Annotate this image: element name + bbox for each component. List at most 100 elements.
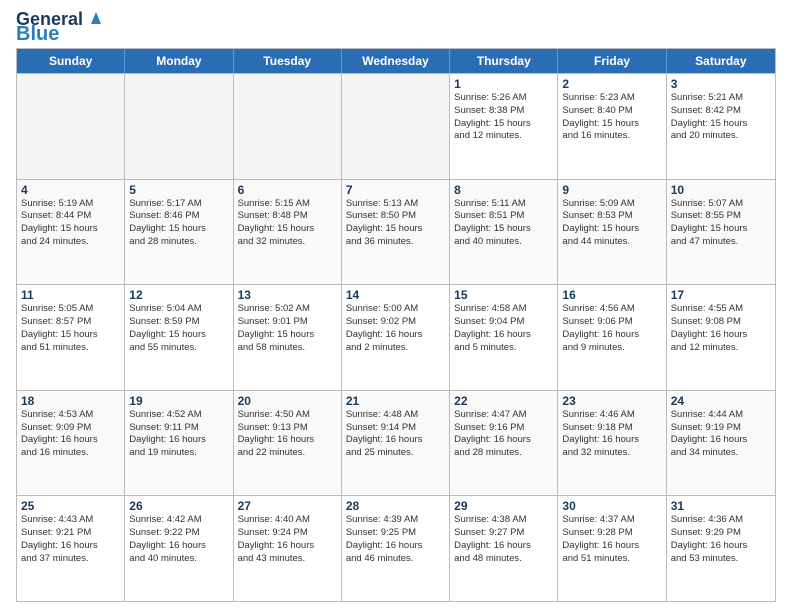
day-number: 31 [671, 499, 771, 513]
day-cell-25: 25Sunrise: 4:43 AM Sunset: 9:21 PM Dayli… [17, 496, 125, 601]
weekday-header-sunday: Sunday [17, 49, 125, 73]
cell-info: Sunrise: 4:58 AM Sunset: 9:04 PM Dayligh… [454, 303, 553, 354]
day-cell-28: 28Sunrise: 4:39 AM Sunset: 9:25 PM Dayli… [342, 496, 450, 601]
day-cell-11: 11Sunrise: 5:05 AM Sunset: 8:57 PM Dayli… [17, 285, 125, 390]
day-number: 17 [671, 288, 771, 302]
day-cell-16: 16Sunrise: 4:56 AM Sunset: 9:06 PM Dayli… [558, 285, 666, 390]
day-cell-18: 18Sunrise: 4:53 AM Sunset: 9:09 PM Dayli… [17, 391, 125, 496]
logo: General Blue [16, 10, 107, 44]
week-row-1: 1Sunrise: 5:26 AM Sunset: 8:38 PM Daylig… [17, 73, 775, 179]
cell-info: Sunrise: 4:44 AM Sunset: 9:19 PM Dayligh… [671, 409, 771, 460]
cell-info: Sunrise: 5:17 AM Sunset: 8:46 PM Dayligh… [129, 198, 228, 249]
cell-info: Sunrise: 4:47 AM Sunset: 9:16 PM Dayligh… [454, 409, 553, 460]
empty-cell [342, 74, 450, 179]
day-number: 11 [21, 288, 120, 302]
day-cell-19: 19Sunrise: 4:52 AM Sunset: 9:11 PM Dayli… [125, 391, 233, 496]
day-cell-20: 20Sunrise: 4:50 AM Sunset: 9:13 PM Dayli… [234, 391, 342, 496]
cell-info: Sunrise: 4:40 AM Sunset: 9:24 PM Dayligh… [238, 514, 337, 565]
day-number: 18 [21, 394, 120, 408]
day-cell-17: 17Sunrise: 4:55 AM Sunset: 9:08 PM Dayli… [667, 285, 775, 390]
week-row-4: 18Sunrise: 4:53 AM Sunset: 9:09 PM Dayli… [17, 390, 775, 496]
weekday-header-saturday: Saturday [667, 49, 775, 73]
cell-info: Sunrise: 4:42 AM Sunset: 9:22 PM Dayligh… [129, 514, 228, 565]
day-number: 23 [562, 394, 661, 408]
day-number: 20 [238, 394, 337, 408]
week-row-2: 4Sunrise: 5:19 AM Sunset: 8:44 PM Daylig… [17, 179, 775, 285]
calendar-header: SundayMondayTuesdayWednesdayThursdayFrid… [17, 49, 775, 73]
cell-info: Sunrise: 5:23 AM Sunset: 8:40 PM Dayligh… [562, 92, 661, 143]
day-cell-26: 26Sunrise: 4:42 AM Sunset: 9:22 PM Dayli… [125, 496, 233, 601]
cell-info: Sunrise: 4:53 AM Sunset: 9:09 PM Dayligh… [21, 409, 120, 460]
day-cell-27: 27Sunrise: 4:40 AM Sunset: 9:24 PM Dayli… [234, 496, 342, 601]
day-cell-9: 9Sunrise: 5:09 AM Sunset: 8:53 PM Daylig… [558, 180, 666, 285]
day-cell-10: 10Sunrise: 5:07 AM Sunset: 8:55 PM Dayli… [667, 180, 775, 285]
day-number: 21 [346, 394, 445, 408]
week-row-3: 11Sunrise: 5:05 AM Sunset: 8:57 PM Dayli… [17, 284, 775, 390]
cell-info: Sunrise: 5:15 AM Sunset: 8:48 PM Dayligh… [238, 198, 337, 249]
cell-info: Sunrise: 4:48 AM Sunset: 9:14 PM Dayligh… [346, 409, 445, 460]
day-number: 24 [671, 394, 771, 408]
day-cell-24: 24Sunrise: 4:44 AM Sunset: 9:19 PM Dayli… [667, 391, 775, 496]
day-number: 3 [671, 77, 771, 91]
day-number: 27 [238, 499, 337, 513]
cell-info: Sunrise: 4:37 AM Sunset: 9:28 PM Dayligh… [562, 514, 661, 565]
cell-info: Sunrise: 5:07 AM Sunset: 8:55 PM Dayligh… [671, 198, 771, 249]
cell-info: Sunrise: 5:26 AM Sunset: 8:38 PM Dayligh… [454, 92, 553, 143]
day-cell-21: 21Sunrise: 4:48 AM Sunset: 9:14 PM Dayli… [342, 391, 450, 496]
cell-info: Sunrise: 5:04 AM Sunset: 8:59 PM Dayligh… [129, 303, 228, 354]
day-number: 7 [346, 183, 445, 197]
page: General Blue SundayMondayTuesdayWednesda… [0, 0, 792, 612]
calendar-body: 1Sunrise: 5:26 AM Sunset: 8:38 PM Daylig… [17, 73, 775, 601]
cell-info: Sunrise: 5:02 AM Sunset: 9:01 PM Dayligh… [238, 303, 337, 354]
day-cell-31: 31Sunrise: 4:36 AM Sunset: 9:29 PM Dayli… [667, 496, 775, 601]
calendar: SundayMondayTuesdayWednesdayThursdayFrid… [16, 48, 776, 602]
day-cell-4: 4Sunrise: 5:19 AM Sunset: 8:44 PM Daylig… [17, 180, 125, 285]
weekday-header-friday: Friday [558, 49, 666, 73]
cell-info: Sunrise: 5:09 AM Sunset: 8:53 PM Dayligh… [562, 198, 661, 249]
cell-info: Sunrise: 5:05 AM Sunset: 8:57 PM Dayligh… [21, 303, 120, 354]
day-number: 19 [129, 394, 228, 408]
day-cell-23: 23Sunrise: 4:46 AM Sunset: 9:18 PM Dayli… [558, 391, 666, 496]
cell-info: Sunrise: 5:19 AM Sunset: 8:44 PM Dayligh… [21, 198, 120, 249]
day-number: 12 [129, 288, 228, 302]
day-number: 22 [454, 394, 553, 408]
day-number: 28 [346, 499, 445, 513]
day-number: 14 [346, 288, 445, 302]
day-cell-3: 3Sunrise: 5:21 AM Sunset: 8:42 PM Daylig… [667, 74, 775, 179]
cell-info: Sunrise: 4:56 AM Sunset: 9:06 PM Dayligh… [562, 303, 661, 354]
day-cell-2: 2Sunrise: 5:23 AM Sunset: 8:40 PM Daylig… [558, 74, 666, 179]
week-row-5: 25Sunrise: 4:43 AM Sunset: 9:21 PM Dayli… [17, 495, 775, 601]
cell-info: Sunrise: 4:36 AM Sunset: 9:29 PM Dayligh… [671, 514, 771, 565]
cell-info: Sunrise: 5:13 AM Sunset: 8:50 PM Dayligh… [346, 198, 445, 249]
cell-info: Sunrise: 5:11 AM Sunset: 8:51 PM Dayligh… [454, 198, 553, 249]
day-cell-8: 8Sunrise: 5:11 AM Sunset: 8:51 PM Daylig… [450, 180, 558, 285]
day-cell-12: 12Sunrise: 5:04 AM Sunset: 8:59 PM Dayli… [125, 285, 233, 390]
cell-info: Sunrise: 5:00 AM Sunset: 9:02 PM Dayligh… [346, 303, 445, 354]
cell-info: Sunrise: 4:46 AM Sunset: 9:18 PM Dayligh… [562, 409, 661, 460]
day-number: 1 [454, 77, 553, 91]
cell-info: Sunrise: 4:55 AM Sunset: 9:08 PM Dayligh… [671, 303, 771, 354]
day-number: 15 [454, 288, 553, 302]
weekday-header-tuesday: Tuesday [234, 49, 342, 73]
day-cell-5: 5Sunrise: 5:17 AM Sunset: 8:46 PM Daylig… [125, 180, 233, 285]
logo-icon [85, 6, 107, 28]
empty-cell [234, 74, 342, 179]
empty-cell [125, 74, 233, 179]
cell-info: Sunrise: 5:21 AM Sunset: 8:42 PM Dayligh… [671, 92, 771, 143]
day-number: 29 [454, 499, 553, 513]
day-number: 10 [671, 183, 771, 197]
day-cell-7: 7Sunrise: 5:13 AM Sunset: 8:50 PM Daylig… [342, 180, 450, 285]
empty-cell [17, 74, 125, 179]
cell-info: Sunrise: 4:52 AM Sunset: 9:11 PM Dayligh… [129, 409, 228, 460]
day-number: 26 [129, 499, 228, 513]
day-number: 5 [129, 183, 228, 197]
day-cell-22: 22Sunrise: 4:47 AM Sunset: 9:16 PM Dayli… [450, 391, 558, 496]
cell-info: Sunrise: 4:50 AM Sunset: 9:13 PM Dayligh… [238, 409, 337, 460]
day-cell-13: 13Sunrise: 5:02 AM Sunset: 9:01 PM Dayli… [234, 285, 342, 390]
day-number: 9 [562, 183, 661, 197]
day-number: 13 [238, 288, 337, 302]
weekday-header-monday: Monday [125, 49, 233, 73]
logo-blue: Blue [16, 24, 59, 44]
day-number: 4 [21, 183, 120, 197]
header: General Blue [16, 10, 776, 44]
